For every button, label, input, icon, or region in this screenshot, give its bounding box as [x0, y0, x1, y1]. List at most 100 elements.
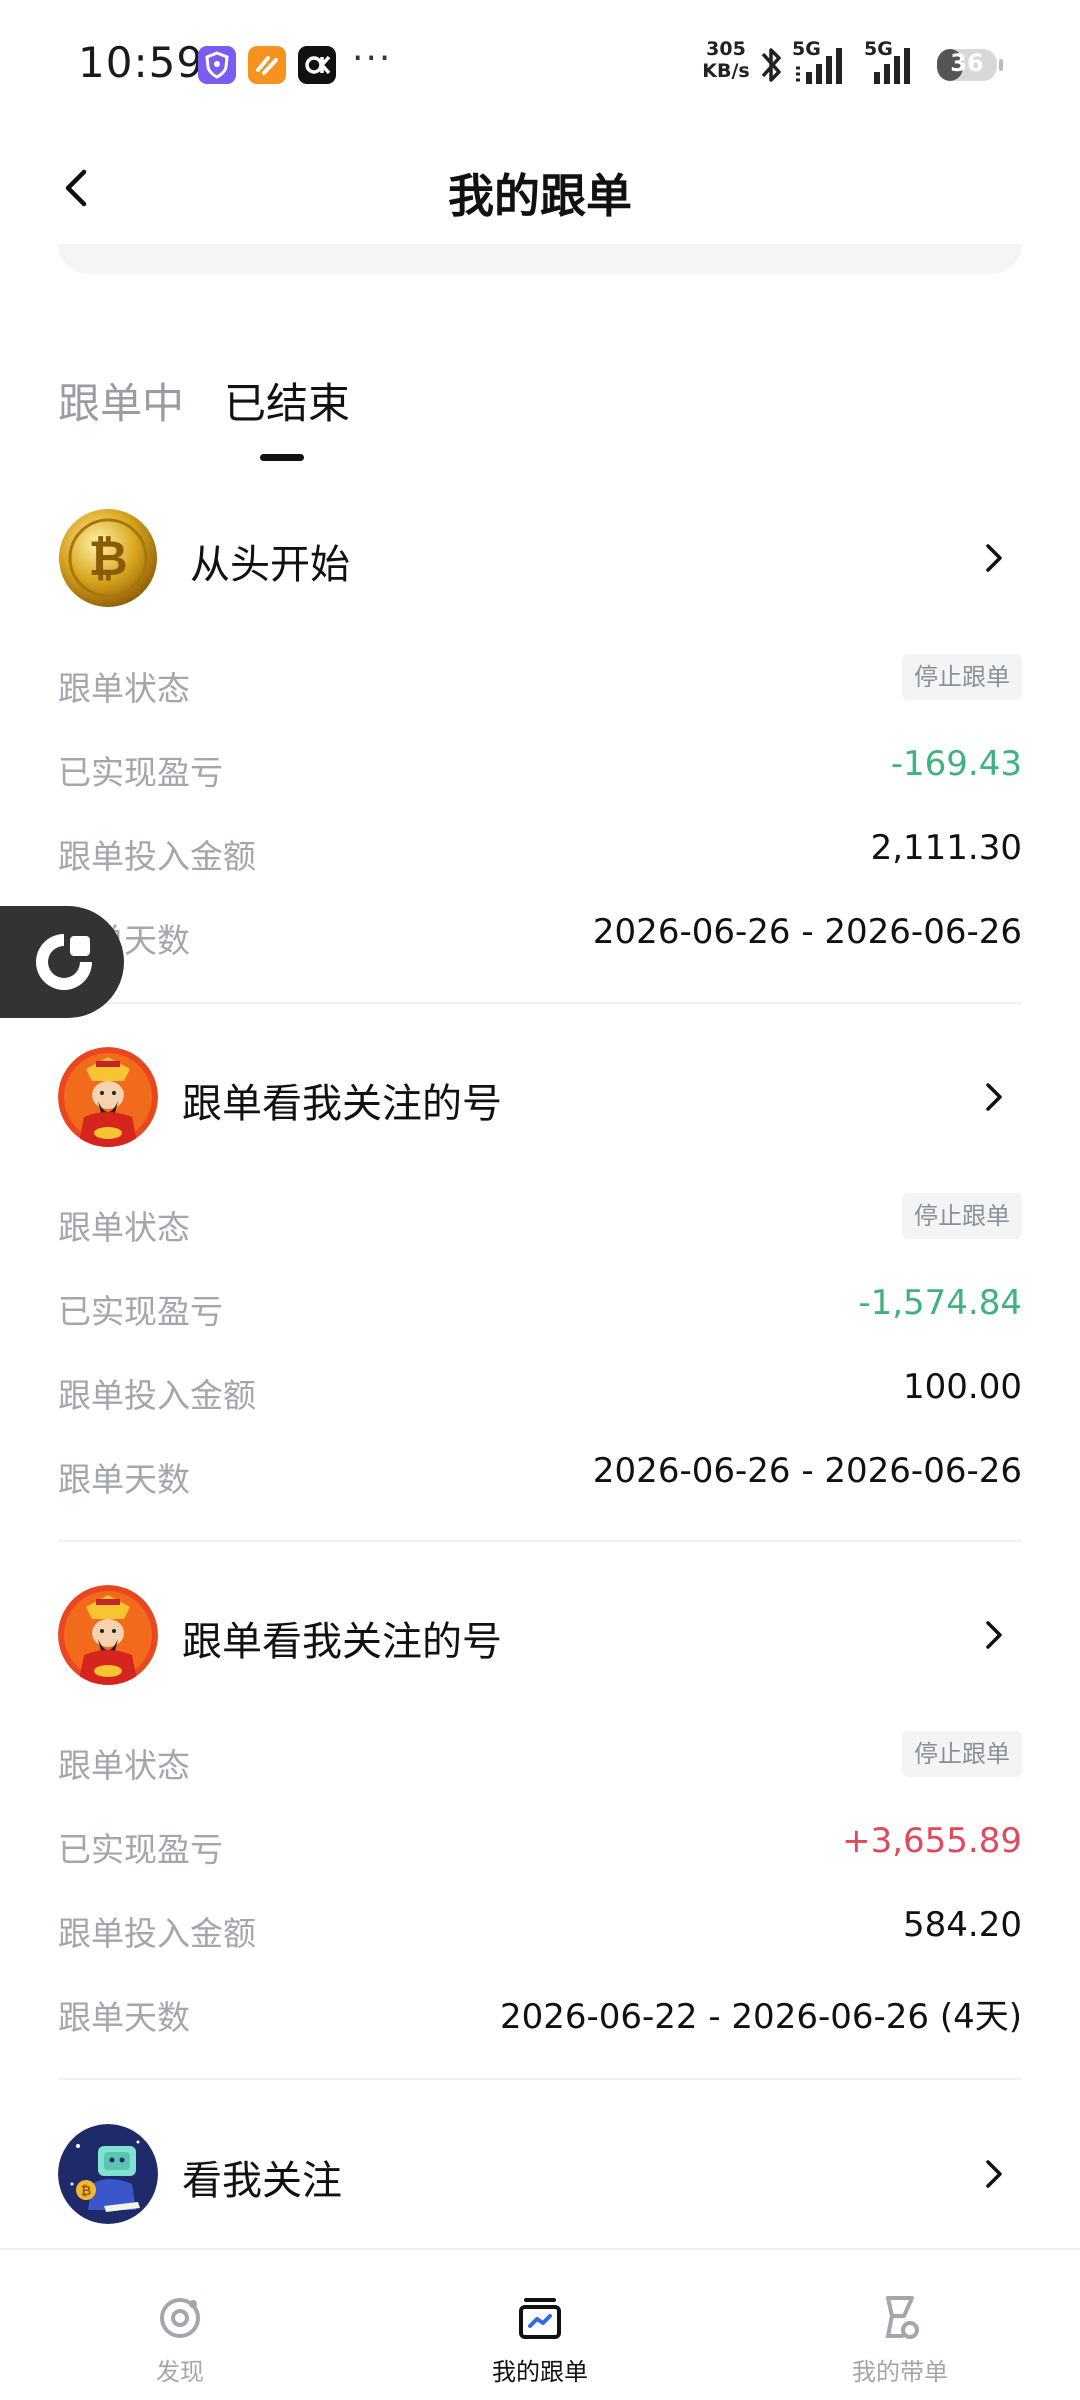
order-card-header[interactable]: 跟单看我关注的号 — [58, 1047, 1022, 1147]
status-badge: 停止跟单 — [902, 654, 1022, 700]
chevron-right-icon — [986, 1621, 1002, 1649]
god-of-wealth-avatar — [58, 1585, 158, 1685]
header: 我的跟单 — [0, 130, 1080, 250]
orange-app-icon — [248, 46, 286, 84]
avatar: ₿ — [58, 2124, 158, 2224]
net-speed: 305 KB/s — [700, 38, 752, 82]
tab-ended[interactable]: 已结束 — [224, 370, 350, 431]
amount-label: 跟单投入金额 — [58, 837, 256, 876]
tab-following[interactable]: 跟单中 — [58, 370, 184, 431]
refresh-ring-icon — [36, 934, 92, 990]
status-label: 跟单状态 — [58, 1746, 190, 1785]
order-name: 跟单看我关注的号 — [182, 1081, 502, 1127]
nav-my-lead[interactable]: 我的带单 — [780, 2250, 1020, 2400]
order-name: 从头开始 — [190, 542, 350, 588]
status-time: 10:59 — [78, 38, 205, 87]
qk-app-icon — [298, 46, 336, 84]
chevron-right-icon — [986, 544, 1002, 572]
nav-label: 我的跟单 — [492, 2358, 588, 2386]
nav-label: 发现 — [156, 2358, 204, 2386]
status-row: 跟单状态 停止跟单 — [58, 1731, 1022, 1791]
my-lead-icon — [885, 2296, 919, 2339]
floating-assist-button[interactable] — [0, 906, 124, 1018]
signal-bars-icon — [796, 48, 842, 84]
bluetooth-icon — [761, 48, 781, 82]
status-label: 跟单状态 — [58, 1208, 190, 1247]
avatar — [58, 1585, 158, 1685]
my-copytrade-icon — [519, 2298, 561, 2339]
pnl-row: 已实现盈亏 -1,574.84 — [58, 1277, 1022, 1337]
order-card-header[interactable]: ₿ 看我关注 — [58, 2124, 1022, 2224]
signal-bars-icon — [874, 48, 910, 84]
nav-label: 我的带单 — [852, 2358, 948, 2386]
status-badge: 停止跟单 — [902, 1193, 1022, 1239]
days-value: 2026-06-26 - 2026-06-26 — [592, 912, 1022, 952]
robot-astronaut-avatar: ₿ — [58, 2124, 158, 2224]
signal-2: 5G — [864, 38, 924, 88]
signal-1: 5G — [792, 38, 852, 88]
amount-value: 584.20 — [903, 1905, 1022, 1945]
bitcoin-coin-avatar: ₿ — [59, 509, 157, 607]
amount-value: 100.00 — [903, 1367, 1022, 1407]
pnl-label: 已实现盈亏 — [58, 753, 223, 792]
status-bar: 10:59 ··· 305 KB/s 5G 5G 36 — [0, 0, 1080, 120]
days-value: 2026-06-26 - 2026-06-26 — [592, 1451, 1022, 1491]
svg-text:₿: ₿ — [88, 531, 127, 587]
nav-my-copytrade[interactable]: 我的跟单 — [420, 2250, 660, 2400]
order-card-header[interactable]: 跟单看我关注的号 — [58, 1585, 1022, 1685]
amount-label: 跟单投入金额 — [58, 1376, 256, 1415]
page: 10:59 ··· 305 KB/s 5G 5G 36 我的跟单 跟单中 已结束… — [0, 0, 1080, 2400]
chevron-right-icon — [986, 2160, 1002, 2188]
tab-bar: 跟单中 已结束 — [58, 370, 658, 470]
status-badge: 停止跟单 — [902, 1731, 1022, 1777]
amount-row: 跟单投入金额 584.20 — [58, 1899, 1022, 1959]
pnl-label: 已实现盈亏 — [58, 1292, 223, 1331]
status-row: 跟单状态 停止跟单 — [58, 654, 1022, 714]
order-card[interactable]: 跟单看我关注的号 跟单状态 停止跟单 已实现盈亏 +3,655.89 跟单投入金… — [58, 1585, 1022, 2037]
avatar — [58, 1047, 158, 1147]
tab-active-indicator — [260, 454, 304, 461]
svg-text:₿: ₿ — [81, 2184, 92, 2199]
amount-label: 跟单投入金额 — [58, 1914, 256, 1953]
net-speed-value: 305 — [706, 38, 746, 60]
status-label: 跟单状态 — [58, 669, 190, 708]
amount-row: 跟单投入金额 100.00 — [58, 1361, 1022, 1421]
shield-app-icon — [198, 46, 236, 84]
order-card-header[interactable]: ₿ 从头开始 — [58, 508, 1022, 608]
nav-discover[interactable]: 发现 — [60, 2250, 300, 2400]
days-label: 跟单天数 — [58, 1460, 190, 1499]
pnl-label: 已实现盈亏 — [58, 1830, 223, 1869]
page-title: 我的跟单 — [448, 169, 632, 223]
days-row: 跟单天数 2026-06-26 - 2026-06-26 — [58, 1445, 1022, 1505]
battery-icon: 36 — [936, 48, 1004, 82]
days-row: 跟单天数 2026-06-22 - 2026-06-26 (4天) — [58, 1983, 1022, 2043]
chevron-right-icon — [986, 1083, 1002, 1111]
divider — [58, 1540, 1022, 1542]
pnl-row: 已实现盈亏 +3,655.89 — [58, 1815, 1022, 1875]
collapsed-summary-card — [58, 244, 1022, 274]
divider — [58, 2078, 1022, 2080]
god-of-wealth-avatar — [58, 1047, 158, 1147]
order-name: 跟单看我关注的号 — [182, 1619, 502, 1665]
order-card[interactable]: 跟单看我关注的号 跟单状态 停止跟单 已实现盈亏 -1,574.84 跟单投入金… — [58, 1047, 1022, 1499]
days-row: 跟单天数 2026-06-26 - 2026-06-26 — [58, 906, 1022, 966]
discover-icon — [160, 2298, 200, 2338]
battery-level: 36 — [950, 49, 984, 77]
more-notifications-icon: ··· — [352, 38, 393, 79]
pnl-row: 已实现盈亏 -169.43 — [58, 738, 1022, 798]
pnl-value: -1,574.84 — [858, 1283, 1022, 1323]
status-row: 跟单状态 停止跟单 — [58, 1193, 1022, 1253]
pnl-value: -169.43 — [890, 744, 1022, 784]
amount-row: 跟单投入金额 2,111.30 — [58, 822, 1022, 882]
avatar: ₿ — [58, 508, 158, 608]
net-speed-unit: KB/s — [702, 60, 750, 82]
order-card[interactable]: ₿ 看我关注 — [58, 2124, 1022, 2224]
days-value: 2026-06-22 - 2026-06-26 (4天) — [499, 1997, 1022, 2037]
divider — [58, 1002, 1022, 1004]
amount-value: 2,111.30 — [870, 828, 1022, 868]
bottom-nav: 发现 我的跟单 我的带单 — [0, 2248, 1080, 2400]
pnl-value: +3,655.89 — [842, 1821, 1022, 1861]
order-card[interactable]: ₿ 从头开始 跟单状态 停止跟单 已实现盈亏 -169.43 跟单投入金额 2,… — [58, 508, 1022, 960]
days-label: 跟单天数 — [58, 1998, 190, 2037]
order-name: 看我关注 — [182, 2158, 342, 2204]
